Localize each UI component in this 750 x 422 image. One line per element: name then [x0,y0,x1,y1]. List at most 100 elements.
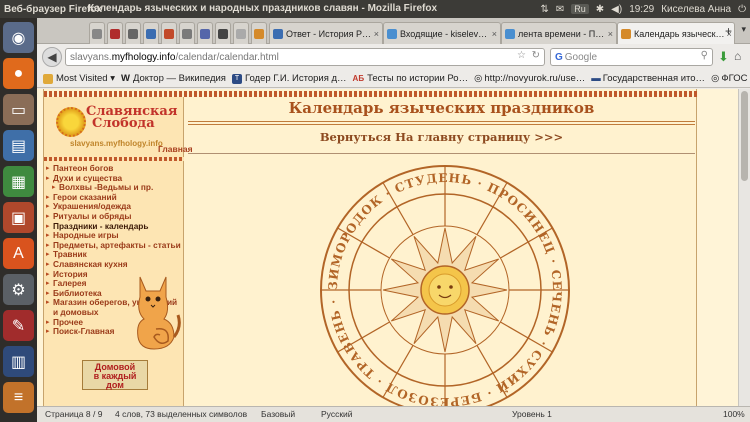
tab-bar: Ответ - История Р… × Входящие - kiselev…… [37,18,750,44]
bookmarks-toolbar: Most Visited ▾ W Доктор — Википедия T Годе… [37,70,750,88]
tab-pinned-3[interactable] [125,22,141,44]
nav-bar: ◀ slavyans. myfhology.info/calendar/calen… [37,44,750,70]
network-icon[interactable]: ⇅ [540,4,548,15]
tab-favicon-icon [387,28,397,39]
status-level: Уровень 1 [512,409,552,419]
tab-pinned-1[interactable] [89,22,105,44]
sidebar-divider [44,157,184,161]
tab-pinned-10[interactable] [251,22,267,44]
reload-icon[interactable]: ↻ [532,50,540,61]
power-icon[interactable]: ⏻ [738,4,746,15]
site-icon: АБ [352,74,365,83]
workspaces-icon[interactable]: ▥ [3,346,34,377]
status-bar: Страница 8 / 9 4 слов, 73 выделенных сим… [37,406,750,422]
url-bar[interactable]: slavyans. myfhology.info/calendar/calenda… [65,48,545,66]
download-icon[interactable]: ⬇ [718,49,729,65]
wikipedia-icon: W [120,73,130,84]
firefox-window: × – □ Ответ - История Р… × Входящие - ki… [37,18,750,422]
window-title: Календарь языческих и народных празднико… [88,3,438,14]
tab-pinned-2[interactable] [107,22,123,44]
bookmark-most-visited[interactable]: Most Visited ▾ [43,73,115,84]
files-icon[interactable]: ▭ [3,94,34,125]
bookmark-novyurok[interactable]: ◎ http://novyurok.ru/use… [474,73,585,84]
clock[interactable]: 19:29 [629,4,654,15]
logo-url: slavyans.myfhology.info [70,139,163,148]
sun-icon [56,107,86,137]
software-center-icon[interactable]: A [3,238,34,269]
globe-icon: ◎ [711,73,720,84]
close-tab-icon[interactable]: × [606,29,613,39]
bookmark-label: Государственная ито… [602,73,706,84]
new-tab-icon[interactable]: + [725,24,732,38]
status-page: Страница 8 / 9 [45,409,103,419]
close-tab-icon[interactable]: × [490,29,497,39]
close-tab-icon[interactable]: × [372,29,379,39]
bookmark-star-icon[interactable]: ☆ [517,50,526,61]
firefox-icon[interactable]: ● [3,58,34,89]
bookmark-label: http://novyurok.ru/use… [484,73,586,84]
bookmark-label: Most Visited ▾ [56,73,115,84]
bookmark-folder-icon [43,73,53,84]
bookmark-label: Годер Г.И. История д… [244,73,347,84]
globe-icon: ◎ [474,73,483,84]
calc-icon[interactable]: ▦ [3,166,34,197]
stack-icon[interactable]: ≡ [3,382,34,413]
slavic-calendar-image: ЗИМОРОДОК · СТУДЕНЬ · ПРОСИНЕЦ · СЕЧЕНЬ … [317,157,570,415]
status-zoom[interactable]: 100% [723,409,745,419]
url-path: /calendar/calendar.html [175,51,279,63]
bookmark-wikipedia[interactable]: W Доктор — Википедия [121,73,226,84]
search-bar[interactable]: G Google ⚲ [550,48,713,66]
tab-label: Ответ - История Р… [286,28,372,39]
tab-pinned-5[interactable] [161,22,177,44]
domovoy-ad-banner[interactable]: Домовой в каждый дом [82,360,148,390]
status-words: 4 слов, 73 выделенных символов [115,409,248,419]
impress-icon[interactable]: ▣ [3,202,34,233]
volume-icon[interactable]: ◀) [611,4,622,15]
user-name[interactable]: Киселева Анна [661,4,731,15]
title-rule [188,121,695,122]
tab-list-icon[interactable]: ▾ [741,24,746,35]
ad-line3: дом [106,380,124,390]
home-icon[interactable]: ⌂ [734,49,741,63]
cat-illustration-icon [137,276,181,350]
launcher: ◉ ● ▭ ▤ ▦ ▣ A ⚙ ✎ ▥ ≡ [0,18,37,422]
page-title: Календарь языческих праздников [288,99,595,117]
tab-favicon-icon [621,28,631,39]
tab-timeline[interactable]: лента времени - П… × [501,22,617,44]
tab-calendar[interactable]: Календарь языческ… × [617,22,735,44]
tab-favicon-icon [505,28,515,39]
dash-home-icon[interactable]: ◉ [3,22,34,53]
url-host: myfhology.info [111,51,176,63]
vertical-scrollbar[interactable] [738,89,750,422]
scrollbar-thumb[interactable] [741,91,748,181]
tab-answer[interactable]: Ответ - История Р… × [269,22,383,44]
keyboard-layout[interactable]: Ru [571,4,589,14]
search-icon[interactable]: ⚲ [701,50,708,61]
page-content: Славянская Слобода slavyans.myfhology.in… [37,89,750,422]
bookmark-gosudarstvennaya[interactable]: ▬ Государственная ито… [591,73,705,84]
url-prefix: slavyans. [70,51,112,63]
tab-inbox[interactable]: Входящие - kiselev… × [383,22,501,44]
system-settings-icon[interactable]: ⚙ [3,274,34,305]
bookmark-goder[interactable]: T Годер Г.И. История д… [231,73,347,84]
mail-icon[interactable]: ✉ [556,4,564,15]
bluetooth-icon[interactable]: ✱ [596,4,604,15]
search-engine-icon[interactable]: G [555,52,563,63]
bookmark-label: Доктор — Википедия [132,73,226,84]
tab-pinned-8[interactable] [215,22,231,44]
bookmark-tests[interactable]: АБ Тесты по истории Ро… [353,73,469,84]
tab-pinned-7[interactable] [197,22,213,44]
tab-favicon-icon [273,28,283,39]
logo-title: Славянская Слобода [86,105,177,131]
writer-icon[interactable]: ▤ [3,130,34,161]
tab-pinned-9[interactable] [233,22,249,44]
tab-pinned-6[interactable] [179,22,195,44]
tab-pinned-4[interactable] [143,22,159,44]
site-icon: T [231,73,242,84]
bookmark-fgos[interactable]: ◎ФГОС » [711,73,750,84]
back-to-home-link[interactable]: Вернуться На главну страницу >>> [185,130,698,144]
back-arrow-icon[interactable]: ◀ [42,47,62,67]
bookmark-label: Тесты по истории Ро… [367,73,469,84]
tools-icon[interactable]: ✎ [3,310,34,341]
logo-line2: Слобода [92,116,155,131]
